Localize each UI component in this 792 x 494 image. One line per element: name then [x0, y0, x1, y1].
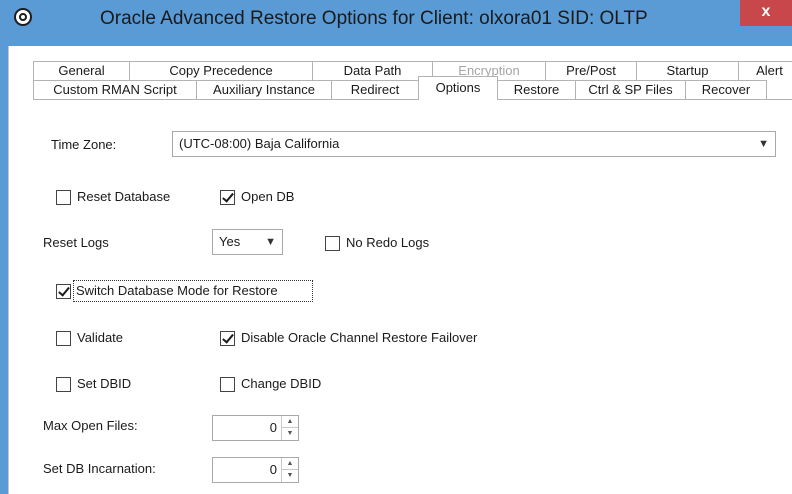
tab-general[interactable]: General — [33, 61, 130, 80]
tab-label: Restore — [513, 82, 560, 97]
tab-label: Ctrl & SP Files — [588, 82, 673, 97]
no-redo-logs-label: No Redo Logs — [346, 235, 430, 250]
spin-up-icon[interactable]: ▲ — [282, 416, 298, 428]
tab-custom-rman-script[interactable]: Custom RMAN Script — [33, 80, 197, 99]
spin-up-icon[interactable]: ▲ — [282, 458, 298, 470]
switch-db-mode-checkbox[interactable] — [56, 284, 71, 299]
tab-data-path[interactable]: Data Path — [312, 61, 433, 80]
time-zone-value: (UTC-08:00) Baja California — [179, 136, 340, 151]
time-zone-label: Time Zone: — [51, 137, 117, 152]
change-dbid-checkbox[interactable] — [220, 377, 235, 392]
tab-alert[interactable]: Alert — [738, 61, 792, 80]
reset-logs-value: Yes — [219, 234, 241, 249]
max-open-files-spinner[interactable]: 0 ▲ ▼ — [212, 415, 299, 441]
disable-failover-label: Disable Oracle Channel Restore Failover — [241, 330, 478, 345]
tab-label: Recover — [701, 82, 751, 97]
tab-label: Pre/Post — [566, 63, 616, 78]
chevron-down-icon: ▼ — [265, 236, 276, 248]
open-db-label: Open DB — [241, 189, 295, 204]
switch-db-mode-label: Switch Database Mode for Restore — [76, 283, 278, 298]
window-title: Oracle Advanced Restore Options for Clie… — [100, 8, 648, 29]
set-dbid-checkbox[interactable] — [56, 377, 71, 392]
tab-label: Redirect — [350, 82, 400, 97]
time-zone-select[interactable]: (UTC-08:00) Baja California ▼ — [172, 131, 776, 157]
spinner-buttons: ▲ ▼ — [281, 458, 298, 482]
max-open-files-label: Max Open Files: — [43, 418, 138, 433]
tab-label: Custom RMAN Script — [53, 82, 177, 97]
dialog-window: Oracle Advanced Restore Options for Clie… — [0, 0, 792, 494]
close-button[interactable]: x — [740, 0, 792, 26]
disable-failover-checkbox[interactable] — [220, 331, 235, 346]
tab-label: General — [58, 63, 105, 78]
reset-logs-label: Reset Logs — [43, 235, 109, 250]
tab-label: Alert — [756, 63, 783, 78]
reset-database-label: Reset Database — [77, 189, 171, 204]
app-icon — [14, 8, 32, 26]
tab-label: Startup — [666, 63, 709, 78]
tab-recover[interactable]: Recover — [685, 80, 767, 99]
open-db-checkbox[interactable] — [220, 190, 235, 205]
tab-label: Auxiliary Instance — [213, 82, 315, 97]
set-db-incarnation-value: 0 — [269, 462, 277, 477]
tab-options[interactable]: Options — [418, 76, 498, 100]
tab-label: Copy Precedence — [169, 63, 273, 78]
tab-copy-precedence[interactable]: Copy Precedence — [129, 61, 313, 80]
title-bar[interactable]: Oracle Advanced Restore Options for Clie… — [0, 0, 792, 46]
spin-down-icon[interactable]: ▼ — [282, 470, 298, 482]
no-redo-logs-checkbox[interactable] — [325, 236, 340, 251]
validate-checkbox[interactable] — [56, 331, 71, 346]
set-db-incarnation-spinner[interactable]: 0 ▲ ▼ — [212, 457, 299, 483]
change-dbid-label: Change DBID — [241, 376, 322, 391]
tab-label: Options — [435, 80, 481, 95]
set-db-incarnation-label: Set DB Incarnation: — [43, 461, 156, 476]
validate-label: Validate — [77, 330, 124, 345]
tab-row-1: General Copy Precedence Data Path Encryp… — [33, 61, 792, 80]
reset-logs-select[interactable]: Yes ▼ — [212, 229, 283, 255]
chevron-down-icon: ▼ — [758, 138, 769, 150]
tab-auxiliary-instance[interactable]: Auxiliary Instance — [196, 80, 332, 99]
spinner-buttons: ▲ ▼ — [281, 416, 298, 440]
tab-ctrl-sp-files[interactable]: Ctrl & SP Files — [575, 80, 686, 99]
tab-label: Data Path — [343, 63, 402, 78]
tab-row-2: Custom RMAN Script Auxiliary Instance Re… — [33, 76, 792, 100]
reset-database-checkbox[interactable] — [56, 190, 71, 205]
tab-redirect[interactable]: Redirect — [331, 80, 419, 99]
tab-pre-post[interactable]: Pre/Post — [545, 61, 637, 80]
max-open-files-value: 0 — [269, 420, 277, 435]
spin-down-icon[interactable]: ▼ — [282, 428, 298, 440]
tab-restore[interactable]: Restore — [497, 80, 576, 99]
tab-startup[interactable]: Startup — [636, 61, 739, 80]
set-dbid-label: Set DBID — [77, 376, 132, 391]
